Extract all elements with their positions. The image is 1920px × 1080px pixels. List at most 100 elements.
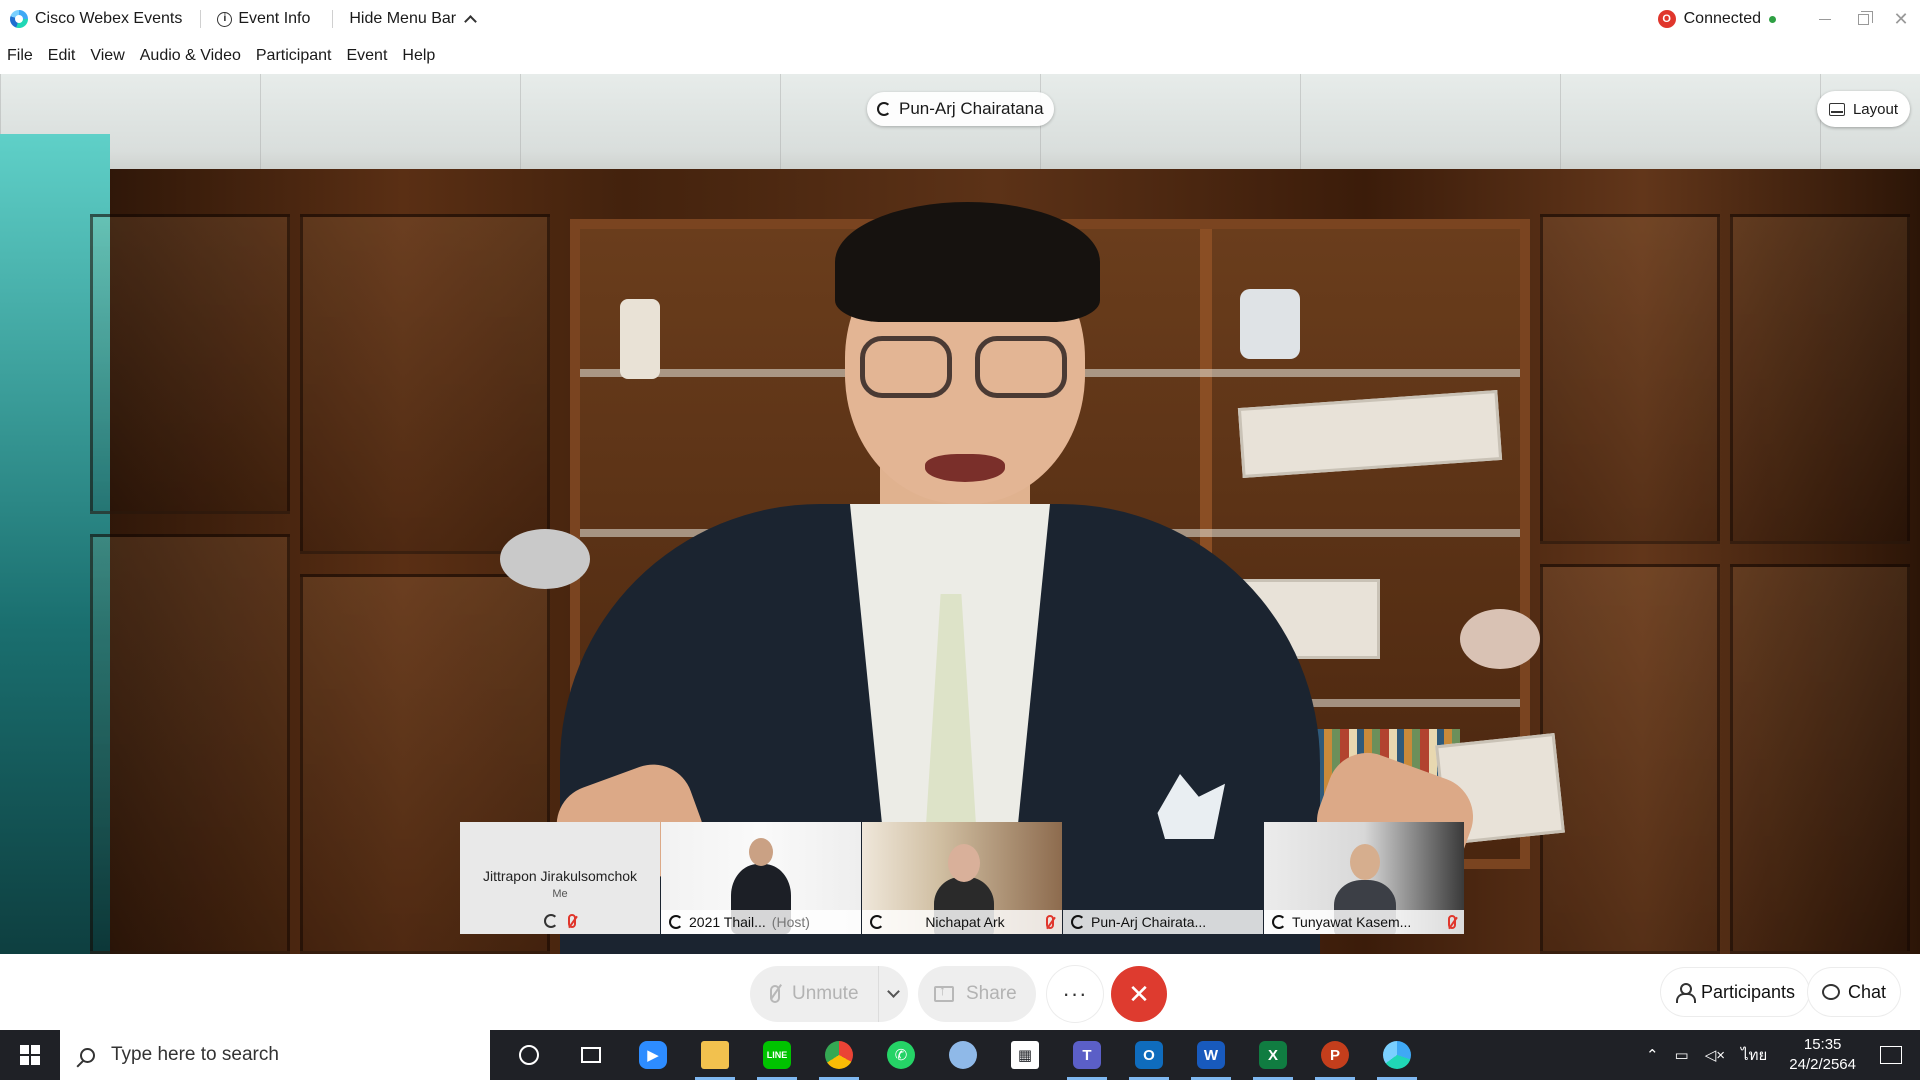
muted-mic-icon [568,914,576,928]
menu-view[interactable]: View [90,47,124,65]
participant-tile[interactable]: 2021 Thail... (Host) [661,822,861,934]
decorative-plate [500,529,590,589]
figurine [620,299,660,379]
video-stage[interactable]: Pun-Arj Chairatana Layout Jittrapon Jira… [0,74,1920,954]
close-icon: ✕ [1893,8,1909,29]
more-icon: ··· [1062,981,1088,1006]
powerpoint-icon[interactable]: P [1304,1030,1366,1080]
clock-time: 15:35 [1803,1036,1842,1053]
audio-connection-icon [877,102,891,116]
taskbar-search[interactable]: Type here to search [60,1030,490,1080]
cabinet-door [1540,564,1720,954]
audio-connection-icon [669,915,683,929]
menu-audio-video[interactable]: Audio & Video [140,47,241,65]
start-button[interactable] [0,1030,60,1080]
audio-connection-icon [870,915,884,929]
connection-badge: O [1657,10,1676,28]
menu-file[interactable]: File [7,47,33,65]
participant-video [948,844,980,882]
teams-icon[interactable]: T [1056,1030,1118,1080]
vase [1240,289,1300,359]
zoom-icon[interactable]: ▶ [622,1030,684,1080]
close-button[interactable]: ✕ [1882,0,1920,38]
menu-participant[interactable]: Participant [256,47,332,65]
audio-connection-icon [1071,915,1085,929]
volume-muted-icon[interactable]: ◁× [1697,1046,1733,1064]
cabinet-door [90,534,290,954]
line-icon[interactable]: LINE [746,1030,808,1080]
chevron-up-icon[interactable]: ⌃ [1638,1046,1667,1064]
host-tag: (Host) [771,914,810,930]
participant-video [1350,844,1380,880]
participant-tile[interactable]: Tunyawat Kasem... [1264,822,1464,934]
store-icon[interactable]: ▦ [994,1030,1056,1080]
app-name: Cisco Webex Events [35,10,183,27]
connection-status[interactable]: O Connected [1657,10,1776,28]
menu-help[interactable]: Help [402,47,435,65]
unmute-button[interactable]: Unmute [750,966,908,1022]
hide-menu-bar-button[interactable]: Hide Menu Bar [345,6,479,32]
system-tray: ⌃ ▭ ◁× ไทย 15:35 24/2/2564 [1638,1030,1920,1080]
title-bar: Cisco Webex Events i Event Info Hide Men… [0,0,1920,38]
whatsapp-icon[interactable]: ✆ [870,1030,932,1080]
audio-connection-icon [1272,915,1286,929]
cabinet-door [90,214,290,514]
video-ceiling-grid [0,74,1920,184]
participant-tile[interactable]: Nichapat Ark [862,822,1062,934]
chat-label: Chat [1848,981,1887,1002]
decorative-plate [1460,609,1540,669]
title-divider [200,10,202,28]
notifications-icon[interactable] [1880,1046,1902,1064]
layout-button[interactable]: Layout [1816,91,1910,127]
task-view-icon[interactable] [560,1030,622,1080]
participants-button[interactable]: Participants [1661,968,1810,1016]
windows-taskbar: Type here to search ▶ LINE ✆ ▦ T O W X P… [0,1030,1920,1080]
participant-name: 2021 Thail... [689,914,766,930]
muted-mic-icon [1448,915,1456,929]
cortana-icon[interactable] [498,1030,560,1080]
outlook-icon[interactable]: O [1118,1030,1180,1080]
search-icon [80,1047,95,1063]
windows-logo-icon [20,1045,40,1065]
battery-icon[interactable]: ▭ [1667,1046,1697,1064]
muted-mic-icon [770,985,780,1003]
participant-tile[interactable]: Pun-Arj Chairata... [1063,822,1263,934]
participant-tile-self[interactable]: Jittrapon Jirakulsomchok Me [460,822,660,934]
audio-options-dropdown[interactable] [878,966,908,1022]
layout-icon [1828,102,1845,116]
app-title: Cisco Webex Events [0,10,182,28]
active-speaker-name: Pun-Arj Chairatana [899,99,1044,118]
restore-button[interactable] [1844,0,1882,38]
excel-icon[interactable]: X [1242,1030,1304,1080]
minimize-button[interactable] [1806,0,1844,38]
paint-icon[interactable] [932,1030,994,1080]
share-icon [934,982,954,1002]
chrome-icon[interactable] [808,1030,870,1080]
menu-edit[interactable]: Edit [48,47,76,65]
menu-event[interactable]: Event [346,47,387,65]
participant-name: Jittrapon Jirakulsomchok [482,868,638,884]
leave-meeting-button[interactable]: ✕ [1111,966,1167,1022]
taskbar-clock[interactable]: 15:35 24/2/2564 [1775,1035,1870,1075]
input-language[interactable]: ไทย [1733,1043,1775,1067]
participant-filmstrip: Jittrapon Jirakulsomchok Me 2021 Thail..… [460,822,1464,934]
more-options-button[interactable]: ··· [1047,966,1103,1022]
file-explorer-icon[interactable] [684,1030,746,1080]
clock-date: 24/2/2564 [1789,1056,1856,1073]
share-button[interactable]: Share [918,966,1036,1022]
webex-icon[interactable] [1366,1030,1428,1080]
event-info-button[interactable]: i Event Info [213,6,314,32]
layout-label: Layout [1852,100,1898,118]
menu-bar: File Edit View Audio & Video Participant… [0,38,1920,74]
cabinet-door [1540,214,1720,544]
participant-name: Nichapat Ark [925,914,1005,930]
meeting-controls: Unmute Share ··· ✕ Participants Chat [0,954,1920,1030]
chat-button[interactable]: Chat [1808,968,1901,1016]
leave-icon: ✕ [1128,978,1150,1009]
speaker-glasses [860,336,952,398]
connected-dot-icon [1769,15,1776,23]
participants-label: Participants [1701,981,1796,1002]
word-icon[interactable]: W [1180,1030,1242,1080]
unmute-label: Unmute [792,983,859,1004]
speaker-glasses [975,336,1067,398]
